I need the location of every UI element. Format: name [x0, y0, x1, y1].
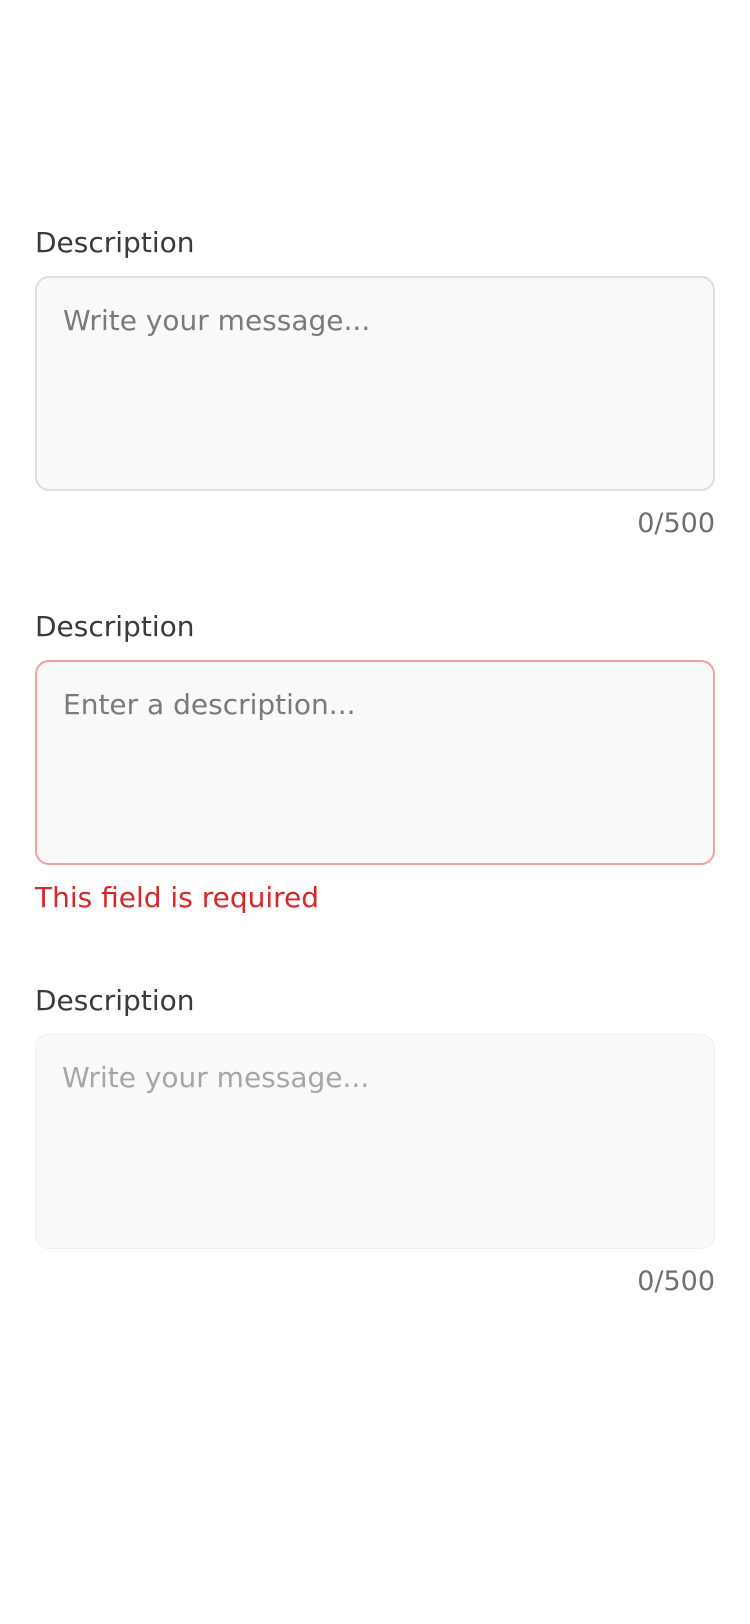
description-label: Description	[35, 226, 195, 259]
description-label: Description	[35, 984, 195, 1017]
description-field-error: Description This field is required	[35, 610, 715, 915]
character-counter: 0/500	[637, 508, 715, 539]
character-counter: 0/500	[637, 1266, 715, 1297]
description-textarea-disabled	[35, 1034, 715, 1249]
description-field-disabled: Description 0/500	[35, 984, 715, 1299]
description-field-default: Description 0/500	[35, 226, 715, 541]
description-label: Description	[35, 610, 195, 643]
error-message: This field is required	[35, 881, 320, 914]
description-textarea-error[interactable]	[35, 660, 715, 865]
description-textarea[interactable]	[35, 276, 715, 491]
